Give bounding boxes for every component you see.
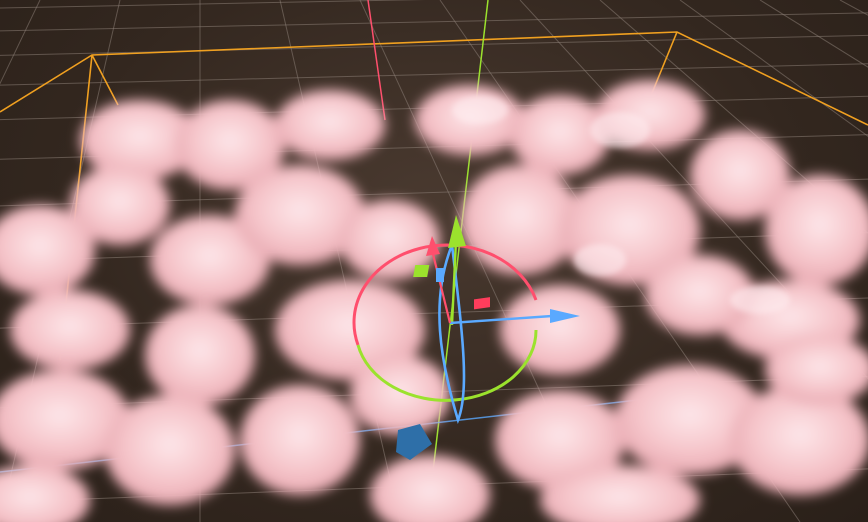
plane-handle-xz (436, 268, 444, 282)
scene-canvas[interactable] (0, 0, 868, 522)
pivot-handle-icon (396, 424, 432, 460)
plane-handle-xy (413, 265, 430, 277)
scene-viewport[interactable] (0, 0, 868, 522)
plane-handle-yz (474, 297, 490, 310)
